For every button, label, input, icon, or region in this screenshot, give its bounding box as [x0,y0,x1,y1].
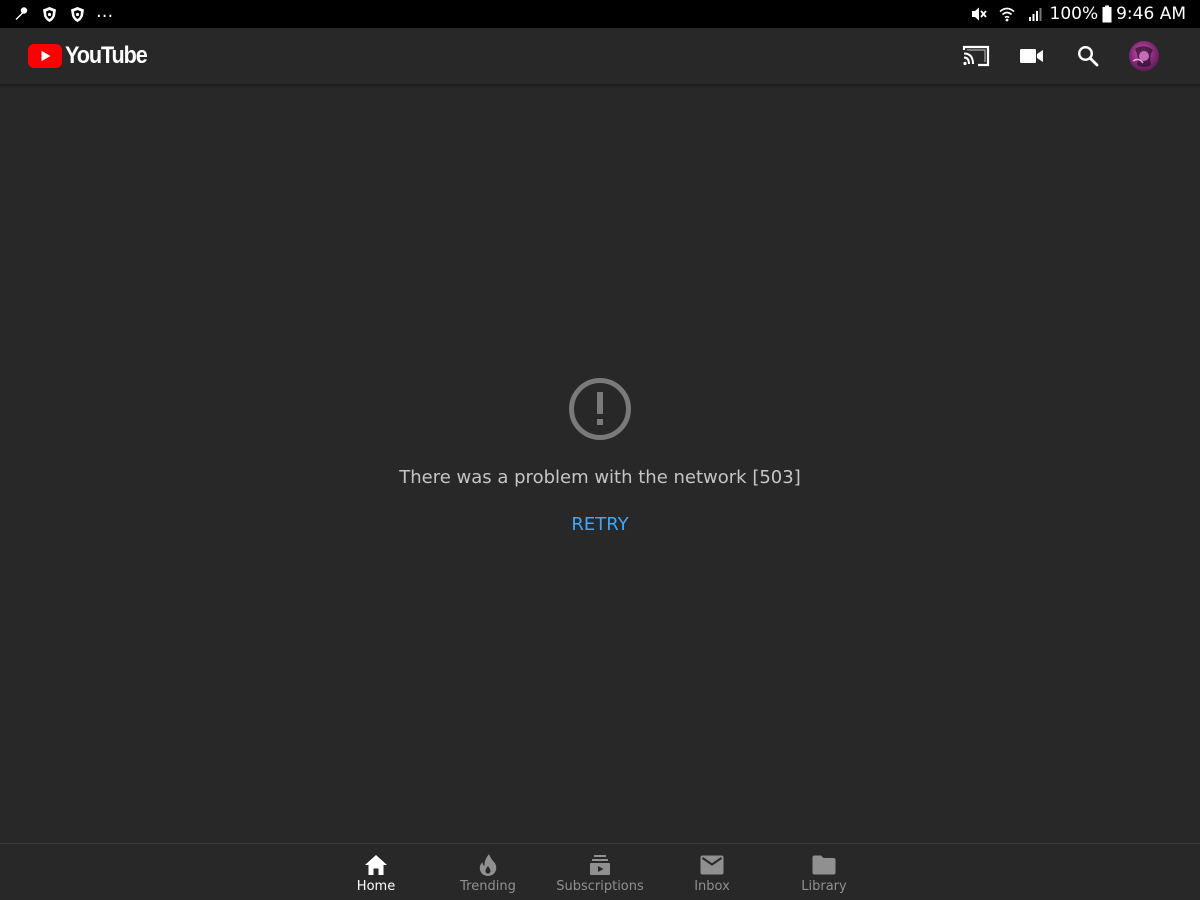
nav-label: Home [356,879,396,894]
library-icon [812,853,836,877]
error-state: There was a problem with the network [50… [0,86,1200,843]
nav-item-inbox[interactable]: Inbox [656,844,768,900]
youtube-logo[interactable]: YouTube [28,42,156,70]
inbox-icon [700,853,724,877]
upload-video-button[interactable] [1004,32,1060,80]
status-bar: ... 100% 9:46 AM [0,0,1200,28]
nav-item-library[interactable]: Library [768,844,880,900]
nav-label: Library [801,879,847,894]
wifi-icon [998,5,1016,23]
status-left: ... [12,1,113,23]
trending-icon [476,853,500,877]
shield-icon [40,5,58,23]
home-icon [364,853,388,877]
search-button[interactable] [1060,32,1116,80]
avatar [1129,41,1159,71]
bottom-nav: Home Trending Subscriptions Inbox Librar… [0,843,1200,900]
screen: ... 100% 9:46 AM YouTube There was a pro… [0,0,1200,900]
error-icon [568,377,632,441]
nav-label: Inbox [694,879,730,894]
search-icon [1077,45,1099,67]
shield-icon [68,5,86,23]
battery-icon [1102,5,1112,23]
clock: 9:46 AM [1116,4,1186,24]
cast-icon [962,45,990,67]
account-button[interactable] [1116,32,1172,80]
retry-button[interactable]: RETRY [563,510,636,539]
app-bar-actions [948,32,1172,80]
nav-item-trending[interactable]: Trending [432,844,544,900]
camera-icon [1020,48,1044,64]
mute-icon [970,5,988,23]
error-message: There was a problem with the network [50… [399,467,801,488]
subscriptions-icon [588,853,612,877]
battery-percent: 100% [1049,4,1099,24]
nav-label: Trending [460,879,516,894]
logo-text: YouTube [65,42,148,69]
youtube-play-icon [28,44,62,68]
cast-button[interactable] [948,32,1004,80]
signal-icon [1026,5,1044,23]
status-right: 100% 9:46 AM [970,0,1186,28]
status-more: ... [96,0,114,22]
nav-item-subscriptions[interactable]: Subscriptions [544,844,656,900]
app-bar: YouTube [0,28,1200,85]
microphone-icon [12,5,30,23]
nav-label: Subscriptions [556,879,644,894]
nav-item-home[interactable]: Home [320,844,432,900]
